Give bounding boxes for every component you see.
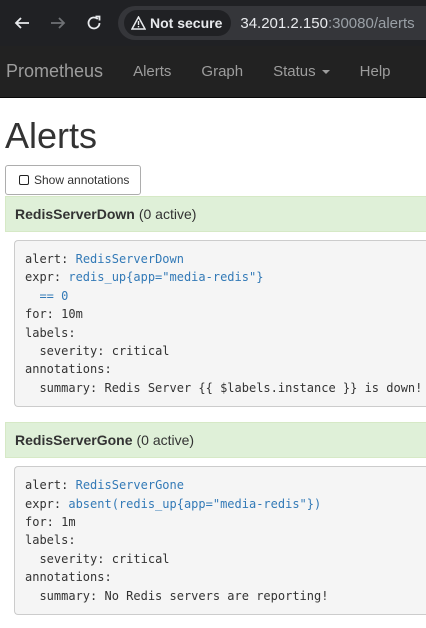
alert-rule: alert: RedisServerDown expr: redis_up{ap… — [14, 240, 426, 408]
rule-value: 1m — [61, 515, 76, 530]
alert-name-link[interactable]: RedisServerGone — [76, 478, 184, 492]
url-path: :30080/alerts — [327, 14, 415, 32]
rule-key: alert: — [25, 252, 69, 266]
show-annotations-button[interactable]: Show annotations — [5, 165, 142, 195]
arrow-left-icon — [14, 17, 29, 29]
brand-link[interactable]: Prometheus — [0, 61, 118, 82]
show-annotations-label: Show annotations — [34, 173, 130, 187]
rule-value: 10m — [61, 307, 83, 322]
browser-toolbar: Not secure 34.201.2.150:30080/alerts — [0, 0, 426, 46]
nav-alerts[interactable]: Alerts — [118, 63, 186, 80]
rule-key: for: — [25, 515, 54, 530]
rule-key: labels: — [25, 325, 76, 340]
rule-value: No Redis servers are reporting! — [104, 588, 329, 603]
alert-name: RedisServerGone — [15, 432, 133, 449]
security-label: Not secure — [150, 15, 223, 31]
alert-name-link[interactable]: RedisServerDown — [76, 252, 184, 266]
reload-icon — [87, 15, 101, 30]
alert-group: RedisServerGone (0 active) alert: RedisS… — [5, 422, 426, 616]
alert-header[interactable]: RedisServerDown (0 active) — [5, 196, 426, 232]
security-chip[interactable]: Not secure — [124, 10, 232, 36]
nav-status[interactable]: Status — [258, 63, 345, 80]
warning-icon — [131, 16, 146, 30]
nav-status-label: Status — [273, 63, 316, 80]
caret-down-icon — [321, 69, 330, 74]
app-navbar: Prometheus Alerts Graph Status Help — [0, 46, 426, 98]
rule-key: expr: — [25, 270, 62, 285]
alert-name: RedisServerDown — [15, 206, 135, 222]
rule-value: critical — [111, 551, 170, 566]
forward-button[interactable] — [40, 5, 76, 41]
expr-line: == 0 — [39, 288, 69, 303]
expr-link[interactable]: absent(redis_up{app="media-redis"}) — [68, 497, 321, 511]
rule-key: annotations: — [25, 362, 112, 377]
rule-key: severity: — [39, 551, 105, 566]
alert-header[interactable]: RedisServerGone (0 active) — [5, 422, 426, 459]
reload-button[interactable] — [76, 5, 112, 41]
alert-group: RedisServerDown (0 active) alert: RedisS… — [5, 196, 426, 408]
nav-help[interactable]: Help — [345, 63, 406, 80]
alert-rule: alert: RedisServerGone expr: absent(redi… — [14, 466, 426, 616]
alert-count: (0 active) — [138, 206, 197, 222]
nav-graph[interactable]: Graph — [186, 63, 258, 80]
rule-key: summary: — [39, 380, 98, 395]
rule-key: expr: — [25, 496, 62, 511]
arrow-right-icon — [51, 17, 66, 29]
checkbox-icon[interactable] — [19, 175, 29, 185]
url-text[interactable]: 34.201.2.150:30080/alerts — [240, 15, 414, 32]
alert-count: (0 active) — [136, 432, 195, 449]
rule-value: critical — [111, 344, 170, 359]
rule-key: summary: — [39, 588, 98, 603]
url-host: 34.201.2.150 — [240, 14, 328, 32]
main-content: Alerts Show annotations RedisServerDown … — [0, 115, 426, 616]
back-button[interactable] — [4, 5, 40, 41]
rule-key: labels: — [25, 533, 76, 548]
rule-key: alert: — [25, 478, 69, 493]
rule-key: annotations: — [25, 570, 112, 585]
rule-value: Redis Server {{ $labels.instance }} is d… — [104, 380, 423, 395]
rule-key: for: — [25, 307, 54, 322]
address-bar[interactable]: Not secure 34.201.2.150:30080/alerts — [118, 6, 426, 40]
page-title: Alerts — [5, 115, 98, 156]
expr-line: redis_up{app="media-redis"} — [68, 270, 264, 285]
expr-link[interactable]: redis_up{app="media-redis"} == 0 — [25, 270, 263, 302]
rule-key: severity: — [39, 344, 105, 359]
